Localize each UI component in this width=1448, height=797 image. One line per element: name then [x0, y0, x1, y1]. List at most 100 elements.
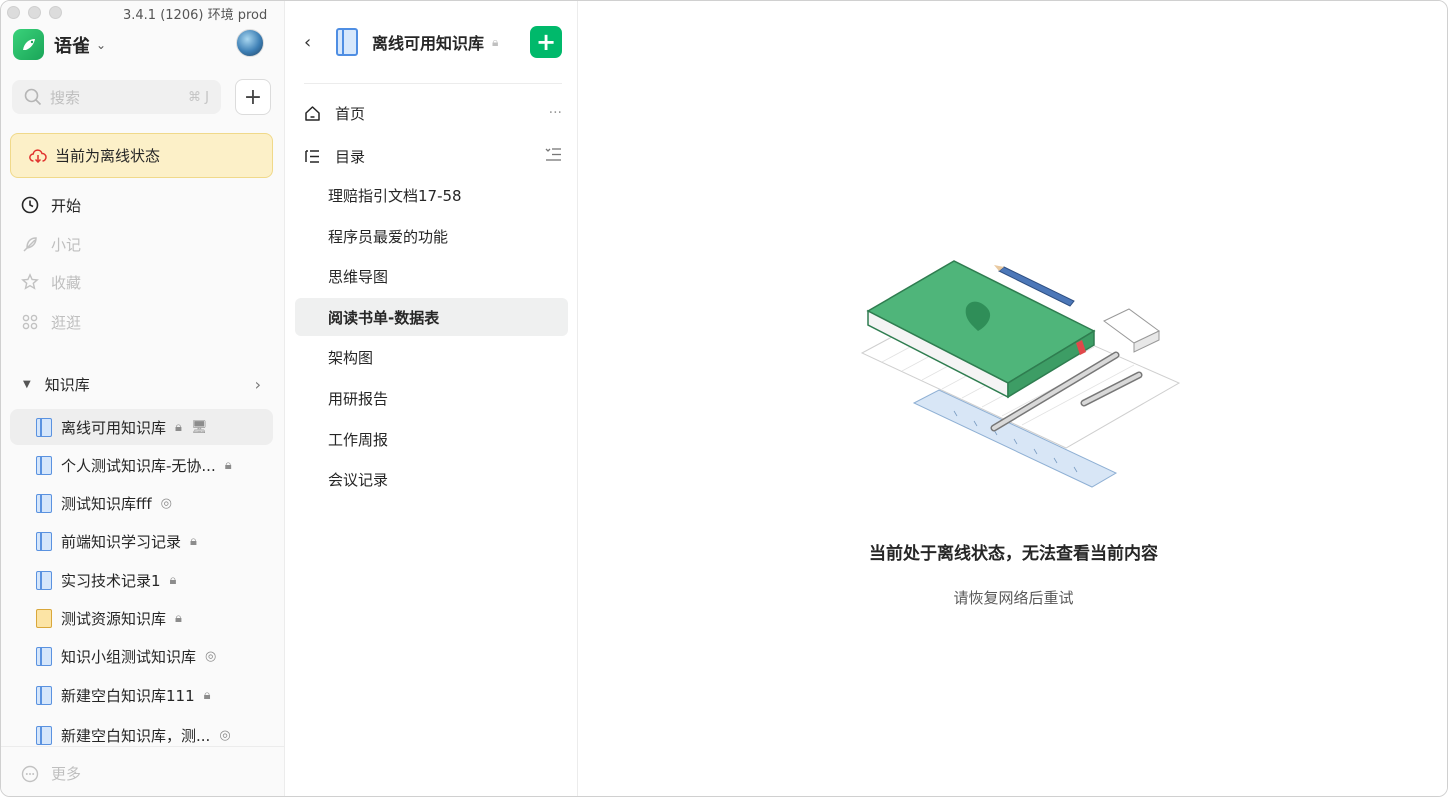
kb-item-label: 新建空白知识库111: [61, 686, 195, 705]
toc-item[interactable]: 用研报告: [295, 379, 568, 417]
book-toc-link[interactable]: 目录: [304, 138, 562, 174]
nav-item-start[interactable]: 开始: [1, 186, 285, 224]
book-home-label: 首页: [335, 104, 366, 123]
book-icon: [336, 28, 358, 56]
nav-item-label: 收藏: [51, 273, 82, 292]
book-home-link[interactable]: 首页 ···: [304, 95, 562, 131]
divider: [1, 746, 285, 747]
nav-item-notes[interactable]: 小记: [1, 225, 285, 263]
nav-item-label: 逛逛: [51, 313, 82, 332]
group-icon: ◎: [219, 727, 231, 743]
book-icon: [36, 493, 52, 513]
kb-item-label: 前端知识学习记录: [61, 532, 182, 551]
group-icon: ◎: [205, 648, 217, 664]
version-label: 3.4.1 (1206) 环境 prod: [123, 8, 268, 23]
main-content: 当前处于离线状态，无法查看当前内容 请恢复网络后重试: [578, 1, 1447, 796]
toc-item-label: 阅读书单-数据表: [328, 308, 440, 327]
book-header: ‹ 离线可用知识库 🔒︎ +: [304, 25, 562, 59]
toc-item[interactable]: 会议记录: [295, 460, 568, 498]
lock-icon: 🔒︎: [190, 533, 197, 549]
book-icon: [36, 685, 52, 705]
toc-icon: [305, 149, 319, 163]
kb-item[interactable]: 新建空白知识库，测... ◎: [10, 717, 273, 753]
offline-banner: 当前为离线状态: [10, 133, 273, 178]
kb-item-label: 个人测试知识库-无协...: [61, 456, 216, 475]
home-icon: [305, 105, 320, 121]
toc-item[interactable]: 思维导图: [295, 257, 568, 295]
lock-icon: 🔒︎: [203, 687, 211, 703]
kb-item[interactable]: 测试资源知识库 🔒︎: [10, 600, 273, 636]
toc-item-label: 工作周报: [328, 430, 389, 449]
desktop-icon: 🖥︎: [190, 419, 208, 435]
nav-item-label: 开始: [51, 196, 82, 215]
more-horizontal-icon[interactable]: ···: [549, 105, 562, 121]
more-label: 更多: [51, 765, 82, 783]
feather-icon: [23, 237, 37, 252]
kb-item[interactable]: 实习技术记录1 🔒︎: [10, 562, 273, 598]
search-shortcut: ⌘ J: [188, 89, 209, 105]
search-icon: [24, 88, 42, 106]
book-icon: [36, 417, 52, 437]
minimize-window-button[interactable]: [28, 6, 41, 19]
toc-item-label: 程序员最爱的功能: [328, 227, 449, 246]
plus-icon: +: [243, 84, 263, 110]
search-placeholder: 搜索: [50, 88, 81, 107]
caret-down-icon: ▼: [23, 378, 31, 390]
lock-icon: 🔒︎: [492, 34, 499, 49]
toc-item[interactable]: 程序员最爱的功能: [295, 217, 568, 255]
toc-item-label: 理赔指引文档17-58: [328, 186, 462, 205]
collapse-toc-icon[interactable]: [545, 147, 562, 166]
more-icon: [21, 765, 39, 782]
avatar[interactable]: [236, 29, 264, 57]
toc-item[interactable]: 工作周报: [295, 420, 568, 458]
kb-item-label: 测试知识库fff: [61, 494, 152, 513]
nav-item-favorites[interactable]: 收藏: [1, 263, 285, 301]
kb-item[interactable]: 前端知识学习记录 🔒︎: [10, 523, 273, 559]
chevron-left-icon[interactable]: ‹: [304, 32, 326, 53]
toc-item[interactable]: 理赔指引文档17-58: [295, 176, 568, 214]
offline-banner-text: 当前为离线状态: [55, 147, 161, 165]
toc-item-label: 用研报告: [328, 389, 389, 408]
book-icon: [36, 725, 52, 745]
sidebar: 3.4.1 (1206) 环境 prod 语雀 ⌄ 搜索 ⌘ J + 当前为离线…: [1, 1, 285, 796]
apps-icon: [22, 314, 38, 330]
toc-item-label: 架构图: [328, 348, 374, 367]
add-button[interactable]: +: [235, 79, 271, 115]
kb-section-header[interactable]: ▼ 知识库 ›: [1, 365, 285, 403]
kb-item[interactable]: 个人测试知识库-无协... 🔒︎: [10, 447, 273, 483]
close-window-button[interactable]: [7, 6, 20, 19]
zoom-window-button[interactable]: [49, 6, 62, 19]
kb-item[interactable]: 测试知识库fff ◎: [10, 485, 273, 521]
more-button[interactable]: 更多: [21, 763, 81, 784]
kb-item-label: 离线可用知识库: [61, 418, 167, 437]
book-panel: ‹ 离线可用知识库 🔒︎ + 首页 ··· 目录 理赔指引文档17-58 程序员…: [286, 1, 578, 796]
book-icon: [36, 570, 52, 590]
divider: [304, 83, 562, 84]
toc-item-label: 思维导图: [328, 267, 389, 286]
brand-switcher[interactable]: 语雀 ⌄: [13, 29, 106, 60]
search-input[interactable]: 搜索 ⌘ J: [12, 80, 221, 114]
nav-item-label: 小记: [51, 235, 82, 254]
kb-item[interactable]: 新建空白知识库111 🔒︎: [10, 677, 273, 713]
book-icon: [36, 646, 52, 666]
new-doc-button[interactable]: +: [530, 26, 562, 58]
lock-icon: 🔒︎: [175, 610, 182, 626]
window-controls: [7, 6, 62, 19]
kb-item[interactable]: 离线可用知识库 🔒︎ 🖥︎: [10, 409, 273, 445]
yuque-logo-icon: [13, 29, 44, 60]
app-window: 3.4.1 (1206) 环境 prod 语雀 ⌄ 搜索 ⌘ J + 当前为离线…: [0, 0, 1448, 797]
book-toc-label: 目录: [335, 147, 366, 166]
kb-item-label: 实习技术记录1: [61, 571, 161, 590]
book-title: 离线可用知识库: [372, 34, 485, 53]
kb-item-label: 知识小组测试知识库: [61, 647, 197, 666]
kb-item[interactable]: 知识小组测试知识库 ◎: [10, 638, 273, 674]
toc-item-active[interactable]: 阅读书单-数据表: [295, 298, 568, 336]
chevron-right-icon[interactable]: ›: [255, 375, 261, 394]
nav-item-explore[interactable]: 逛逛: [1, 303, 285, 341]
offline-illustration: [860, 260, 1181, 488]
star-icon: [21, 273, 39, 290]
kb-section-title: 知识库: [44, 375, 90, 394]
toc-item[interactable]: 架构图: [295, 338, 568, 376]
offline-title: 当前处于离线状态，无法查看当前内容: [869, 544, 1158, 564]
group-icon: ◎: [160, 495, 172, 511]
